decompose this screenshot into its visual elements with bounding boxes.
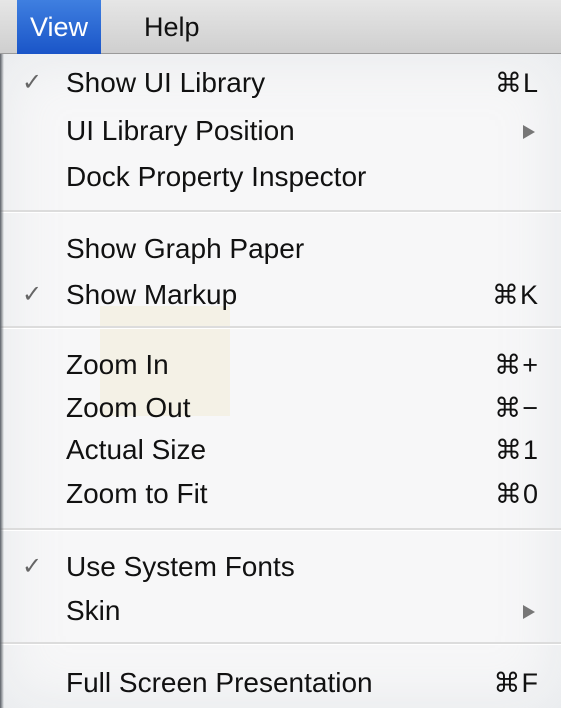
menu-item-show-graph-paper[interactable]: Show Graph Paper (0, 230, 561, 268)
menu-item-full-screen-presentation[interactable]: Full Screen Presentation ⌘F (0, 664, 561, 702)
menu-item-zoom-out[interactable]: Zoom Out ⌘− (0, 389, 561, 427)
menu-item-zoom-in[interactable]: Zoom In ⌘+ (0, 346, 561, 384)
submenu-arrow-icon (523, 125, 535, 139)
menu-item-show-markup[interactable]: ✓ Show Markup ⌘K (0, 276, 561, 314)
menu-item-show-ui-library[interactable]: ✓ Show UI Library ⌘L (0, 64, 561, 102)
menu-item-label: Actual Size (66, 434, 207, 465)
menu-item-label: Skin (66, 595, 121, 626)
menubar-item-view[interactable]: View (17, 0, 102, 54)
menu-item-label: Show UI Library (66, 67, 266, 98)
window-edge-shadow (0, 54, 4, 708)
menu-separator (0, 210, 561, 213)
view-menu-dropdown: ✓ Show UI Library ⌘L UI Library Position Doc… (0, 54, 561, 708)
keyboard-shortcut: ⌘K (491, 280, 539, 310)
keyboard-shortcut: ⌘− (494, 393, 539, 423)
checkmark-icon: ✓ (22, 281, 43, 308)
menu-item-dock-property-inspector[interactable]: Dock Property Inspector (0, 158, 561, 196)
menu-bar: View Help (0, 0, 561, 54)
menu-item-use-system-fonts[interactable]: ✓ Use System Fonts (0, 548, 561, 586)
submenu-arrow-icon (523, 605, 535, 619)
keyboard-shortcut: ⌘1 (494, 435, 539, 465)
menu-item-label: Show Graph Paper (66, 233, 305, 264)
menu-item-label: Zoom to Fit (66, 478, 208, 509)
menu-item-label: Dock Property Inspector (66, 161, 367, 192)
menu-item-label: Use System Fonts (66, 551, 295, 582)
menu-item-zoom-to-fit[interactable]: Zoom to Fit ⌘0 (0, 475, 561, 513)
menu-separator (0, 642, 561, 645)
keyboard-shortcut: ⌘F (493, 668, 539, 698)
menu-separator (0, 528, 561, 531)
menu-item-actual-size[interactable]: Actual Size ⌘1 (0, 431, 561, 469)
menu-item-label: Show Markup (66, 279, 238, 310)
menu-item-label: UI Library Position (66, 115, 295, 146)
menu-separator (0, 326, 561, 329)
menu-item-label: Zoom Out (66, 392, 191, 423)
checkmark-icon: ✓ (22, 553, 43, 580)
menu-item-label: Zoom In (66, 349, 169, 380)
menu-item-ui-library-position[interactable]: UI Library Position (0, 112, 561, 150)
keyboard-shortcut: ⌘0 (494, 479, 539, 509)
menu-item-label: Full Screen Presentation (66, 667, 373, 698)
menubar-item-help[interactable]: Help (131, 0, 213, 54)
keyboard-shortcut: ⌘L (494, 68, 539, 98)
menu-item-skin[interactable]: Skin (0, 592, 561, 630)
keyboard-shortcut: ⌘+ (494, 350, 539, 380)
checkmark-icon: ✓ (22, 69, 43, 96)
